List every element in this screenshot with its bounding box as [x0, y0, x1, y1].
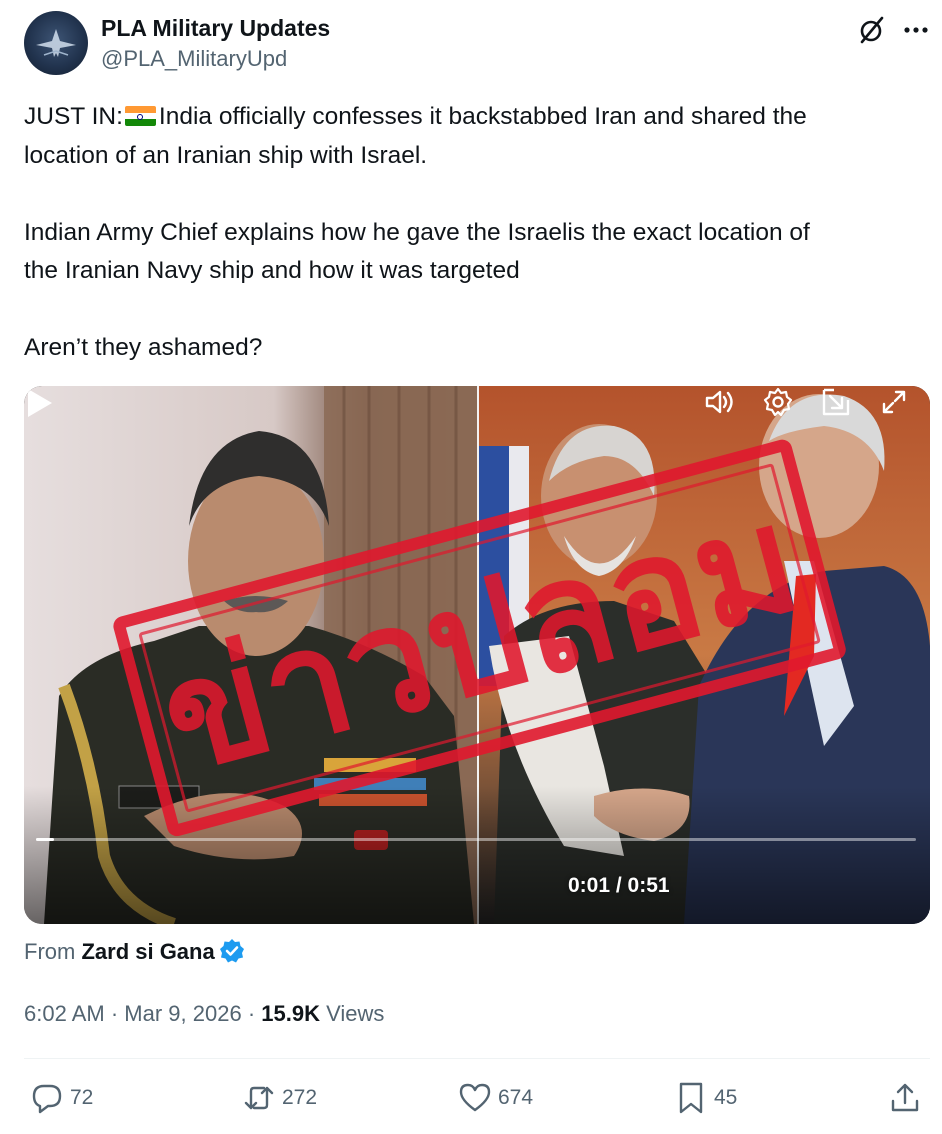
meta-separator: · — [247, 1001, 256, 1026]
reply-icon — [32, 1084, 62, 1114]
post-text: JUST IN: India officially confesses it ba… — [24, 98, 924, 368]
more-options-icon[interactable] — [902, 15, 930, 45]
play-icon[interactable] — [24, 386, 56, 420]
share-icon — [891, 1083, 919, 1112]
meta-separator: · — [110, 1001, 119, 1026]
views-label: Views — [326, 1001, 385, 1026]
post-header: PLA Military Updates @PLA_MilitaryUpd — [24, 11, 930, 77]
post-time[interactable]: 6:02 AM — [24, 1001, 105, 1026]
grok-icon[interactable] — [857, 15, 887, 45]
settings-gear-icon[interactable] — [762, 386, 794, 418]
author-name[interactable]: PLA Military Updates — [101, 15, 330, 42]
share-button[interactable] — [888, 1076, 922, 1120]
repost-count: 272 — [282, 1086, 318, 1109]
post-text-line: Indian Army Chief explains how he gave t… — [24, 218, 810, 246]
repost-button[interactable]: 272 — [242, 1076, 317, 1120]
reply-count: 72 — [70, 1086, 94, 1109]
verified-badge-icon — [219, 939, 244, 963]
post-text-line: Aren’t they ashamed? — [24, 334, 263, 361]
bookmark-button[interactable]: 45 — [674, 1076, 737, 1120]
video-progress-bar[interactable] — [36, 838, 916, 841]
video-source: From Zard si Gana — [24, 938, 245, 965]
action-bar: 72 272 674 45 — [24, 1076, 930, 1120]
post-meta: 6:02 AM · Mar 9, 2026 · 15.9K Views — [24, 1001, 384, 1027]
video-frame: ข่าวปลอม — [24, 386, 930, 924]
video-player[interactable]: ข่าวปลอม 0:01 / 0:51 — [24, 386, 930, 924]
divider — [24, 1058, 930, 1059]
fullscreen-icon[interactable] — [878, 386, 910, 418]
post-text-prefix: JUST IN: — [24, 103, 123, 130]
bookmark-icon — [679, 1082, 703, 1114]
volume-icon[interactable] — [704, 386, 736, 418]
post-text-line: the Iranian Navy ship and how it was tar… — [24, 257, 520, 284]
picture-in-picture-icon[interactable] — [820, 386, 852, 418]
source-prefix: From — [24, 939, 76, 964]
post-text-line: JUST IN: India officially confesses it ba… — [24, 98, 924, 137]
post-text-line: location of an Iranian ship with Israel. — [24, 141, 428, 169]
author-handle[interactable]: @PLA_MilitaryUpd — [101, 46, 287, 72]
post-text-rest: India officially confesses it backstabbe… — [158, 103, 807, 130]
source-name[interactable]: Zard si Gana — [81, 939, 214, 964]
heart-icon — [459, 1083, 491, 1112]
avatar[interactable] — [24, 11, 88, 75]
bookmark-count: 45 — [714, 1086, 738, 1109]
post-date[interactable]: Mar 9, 2026 — [124, 1001, 241, 1026]
video-time: 0:01 / 0:51 — [568, 874, 670, 897]
reply-button[interactable]: 72 — [30, 1076, 93, 1120]
like-count: 674 — [498, 1086, 534, 1109]
like-button[interactable]: 674 — [458, 1076, 533, 1120]
india-flag-icon — [124, 106, 156, 126]
video-progress-fill — [36, 838, 54, 841]
repost-icon — [244, 1086, 274, 1110]
views-count: 15.9K — [261, 1001, 320, 1026]
